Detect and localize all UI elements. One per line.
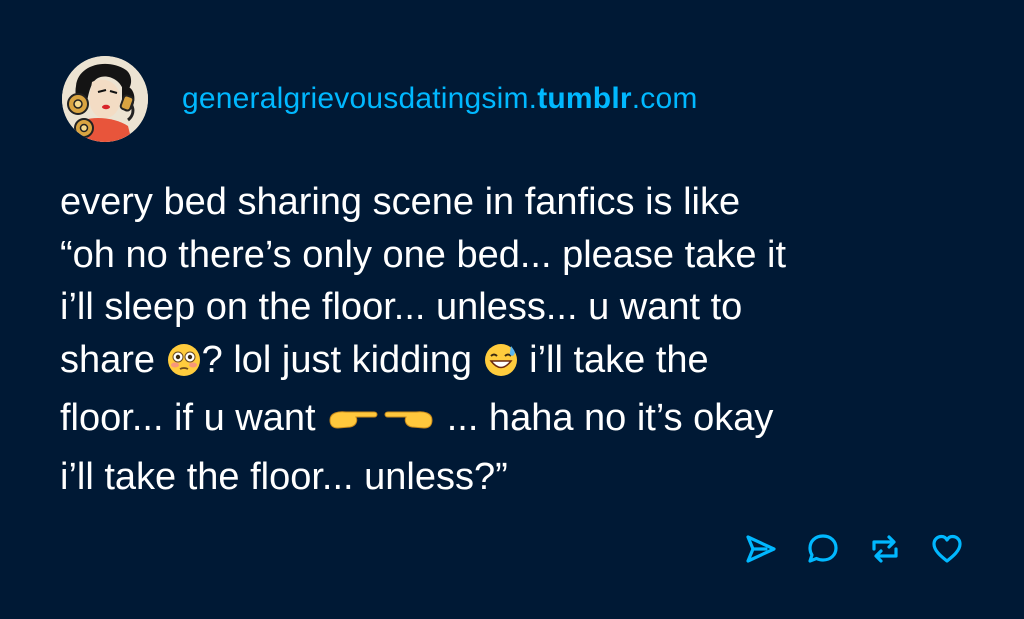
share-button[interactable] — [742, 530, 780, 568]
reply-button[interactable] — [804, 530, 842, 568]
blog-avatar[interactable] — [62, 56, 148, 142]
grinning-face-with-sweat-emoji — [483, 340, 519, 393]
post-actions — [718, 530, 966, 568]
text-segment: ? lol just kidding — [201, 338, 483, 381]
post-body-text: every bed sharing scene in fanfics is li… — [60, 176, 960, 503]
text-segment: share — [60, 338, 166, 381]
reblog-button[interactable] — [866, 530, 904, 568]
tumblr-post: generalgrievousdatingsim.tumblr.com ever… — [0, 0, 1024, 619]
flushed-face-emoji — [166, 340, 202, 393]
text-segment: “oh no there’s only one bed... please ta… — [60, 233, 787, 276]
blog-name-domain: .com — [631, 82, 698, 115]
text-segment: every bed sharing scene in fanfics is li… — [60, 181, 741, 223]
text-line: share ? lol just kidding i’ll take the — [60, 334, 960, 393]
text-line: every bed sharing scene in fanfics is li… — [60, 176, 960, 229]
text-line: floor... if u want ... haha no it’s okay — [60, 392, 960, 451]
like-button[interactable] — [928, 530, 966, 568]
text-line: “oh no there’s only one bed... please ta… — [60, 229, 960, 282]
reblog-arrows-icon — [872, 535, 898, 563]
blog-name-part: generalgrievousdatingsim. — [182, 82, 538, 115]
pointing-fingers-emoji — [326, 398, 436, 451]
text-segment: i’ll take the — [518, 338, 709, 381]
text-segment: i’ll take the floor... unless?” — [60, 455, 508, 498]
text-segment: i’ll sleep on the floor... unless... u w… — [60, 286, 743, 328]
blog-name-link[interactable]: generalgrievousdatingsim.tumblr.com — [182, 82, 698, 116]
text-segment: floor... if u want — [60, 397, 327, 439]
woman-on-telephone-icon — [62, 56, 148, 142]
post-header: generalgrievousdatingsim.tumblr.com — [62, 56, 698, 142]
text-line: i’ll sleep on the floor... unless... u w… — [60, 281, 960, 334]
text-segment: ... haha no it’s okay — [436, 397, 774, 439]
paper-plane-icon — [746, 535, 776, 563]
heart-icon — [932, 534, 962, 563]
text-line: i’ll take the floor... unless?” — [60, 451, 960, 504]
speech-bubble-icon — [808, 534, 838, 563]
blog-name-tumblr: tumblr — [537, 82, 632, 115]
